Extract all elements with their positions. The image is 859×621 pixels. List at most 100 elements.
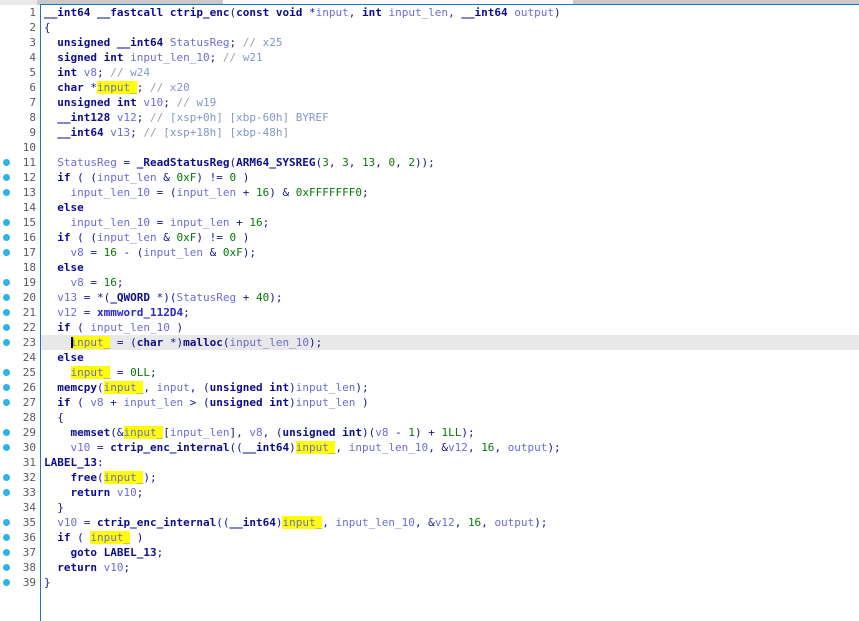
code-line[interactable]: 39} <box>0 575 859 590</box>
code-token: input_len <box>143 246 203 259</box>
code-line[interactable]: 19 v8 = 16; <box>0 275 859 290</box>
code-line[interactable]: 17 v8 = 16 - (input_len & 0xF); <box>0 245 859 260</box>
code-token: memset <box>71 426 111 439</box>
code-line[interactable]: 38 return v10; <box>0 560 859 575</box>
code-line[interactable]: 11 StatusReg = _ReadStatusReg(ARM64_SYSR… <box>0 155 859 170</box>
code-line[interactable]: 5 int v8; // w24 <box>0 65 859 80</box>
line-gutter: 38 <box>0 560 41 575</box>
line-gutter: 31 <box>0 455 41 470</box>
code-token: - <box>388 426 408 439</box>
code-token: + <box>229 216 249 229</box>
code-line[interactable]: 25 input_ = 0LL; <box>0 365 859 380</box>
code-line[interactable]: 32 free(input_); <box>0 470 859 485</box>
code-token <box>44 396 57 409</box>
code-token: ; <box>229 36 242 49</box>
code-line[interactable]: 21 v12 = xmmword_112D4; <box>0 305 859 320</box>
code-token: v10 <box>104 561 124 574</box>
code-line[interactable]: 10 <box>0 140 859 155</box>
code-token: const <box>236 6 269 19</box>
code-line[interactable]: 2{ <box>0 20 859 35</box>
code-text: return v10; <box>41 485 859 500</box>
code-token: > ( <box>183 396 210 409</box>
code-token: ARM64_SYSREG <box>236 156 315 169</box>
line-mark-dot-icon <box>3 189 10 196</box>
code-line[interactable]: 6 char *input_; // x20 <box>0 80 859 95</box>
text-caret <box>71 337 73 348</box>
code-token: w21 <box>243 51 263 64</box>
code-token: char <box>137 336 164 349</box>
line-number: 14 <box>23 200 36 215</box>
code-line[interactable]: 7 unsigned int v10; // w19 <box>0 95 859 110</box>
highlighted-token: input_ <box>282 516 322 529</box>
code-token: = *( <box>77 291 110 304</box>
code-token <box>44 561 57 574</box>
code-line[interactable]: 30 v10 = ctrip_enc_internal((__int64)inp… <box>0 440 859 455</box>
line-gutter: 34 <box>0 500 41 515</box>
line-mark-dot-icon <box>3 489 10 496</box>
code-line[interactable]: 24 else <box>0 350 859 365</box>
code-token: v8 <box>375 426 388 439</box>
code-line[interactable]: 35 v10 = ctrip_enc_internal((__int64)inp… <box>0 515 859 530</box>
code-token: , <box>335 441 348 454</box>
code-line[interactable]: 37 goto LABEL_13; <box>0 545 859 560</box>
code-line[interactable]: 4 signed int input_len_10; // w21 <box>0 50 859 65</box>
code-text: char *input_; // x20 <box>41 80 859 95</box>
code-line[interactable]: 13 input_len_10 = (input_len + 16) & 0xF… <box>0 185 859 200</box>
code-token <box>44 126 57 139</box>
code-token: v12 <box>448 441 468 454</box>
code-token: ; <box>117 276 124 289</box>
code-token <box>44 366 71 379</box>
line-mark-dot-icon <box>3 534 10 541</box>
line-mark-dot-icon <box>3 219 10 226</box>
code-line[interactable]: 18 else <box>0 260 859 275</box>
code-token: ); <box>269 291 282 304</box>
code-line[interactable]: 15 input_len_10 = input_len + 16; <box>0 215 859 230</box>
code-line[interactable]: 36 if ( input_ ) <box>0 530 859 545</box>
code-line[interactable]: 9 __int64 v13; // [xsp+18h] [xbp-48h] <box>0 125 859 140</box>
line-number: 29 <box>23 425 36 440</box>
code-token <box>44 261 57 274</box>
line-gutter: 1 <box>0 5 41 20</box>
code-line[interactable]: 23 input_ = (char *)malloc(input_len_10)… <box>0 335 859 350</box>
code-token: ], <box>229 426 249 439</box>
code-text: input_len_10 = (input_len + 16) & 0xFFFF… <box>41 185 859 200</box>
line-number: 28 <box>23 410 36 425</box>
code-line[interactable]: 34 } <box>0 500 859 515</box>
code-line[interactable]: 27 if ( v8 + input_len > (unsigned int)i… <box>0 395 859 410</box>
code-token: ( <box>97 381 104 394</box>
code-token: ) <box>554 6 561 19</box>
code-token: ( <box>97 471 104 484</box>
line-gutter: 5 <box>0 65 41 80</box>
line-gutter: 15 <box>0 215 41 230</box>
code-line[interactable]: 29 memset(&input_[input_len], v8, (unsig… <box>0 425 859 440</box>
code-line[interactable]: 33 return v10; <box>0 485 859 500</box>
code-line[interactable]: 16 if ( (input_len & 0xF) != 0 ) <box>0 230 859 245</box>
line-mark-dot-icon <box>3 474 10 481</box>
code-line[interactable]: 28 { <box>0 410 859 425</box>
code-token: ( <box>71 321 91 334</box>
code-token: else <box>57 201 84 214</box>
code-line[interactable]: 3 unsigned __int64 StatusReg; // x25 <box>0 35 859 50</box>
code-text: if ( input_len_10 ) <box>41 320 859 335</box>
code-token: v10 <box>57 516 77 529</box>
code-text: v10 = ctrip_enc_internal((__int64)input_… <box>41 515 859 530</box>
line-mark-dot-icon <box>3 384 10 391</box>
code-token: v10 <box>71 441 91 454</box>
code-token: input <box>316 6 349 19</box>
code-line[interactable]: 12 if ( (input_len & 0xF) != 0 ) <box>0 170 859 185</box>
code-token: 13 <box>362 156 375 169</box>
code-line[interactable]: 8 __int128 v12; // [xsp+0h] [xbp-60h] BY… <box>0 110 859 125</box>
code-line[interactable]: 22 if ( input_len_10 ) <box>0 320 859 335</box>
code-token: v8 <box>90 396 103 409</box>
code-token: + <box>236 186 256 199</box>
code-token: 3 <box>322 156 329 169</box>
code-line[interactable]: 1__int64 __fastcall ctrip_enc(const void… <box>0 5 859 20</box>
code-line[interactable]: 20 v13 = *(_QWORD *)(StatusReg + 40); <box>0 290 859 305</box>
code-line[interactable]: 14 else <box>0 200 859 215</box>
code-line[interactable]: 26 memcpy(input_, input, (unsigned int)i… <box>0 380 859 395</box>
code-token: ); <box>309 336 322 349</box>
code-line[interactable]: 31LABEL_13: <box>0 455 859 470</box>
line-number: 13 <box>23 185 36 200</box>
code-token: memcpy <box>57 381 97 394</box>
code-token: , <box>329 156 342 169</box>
